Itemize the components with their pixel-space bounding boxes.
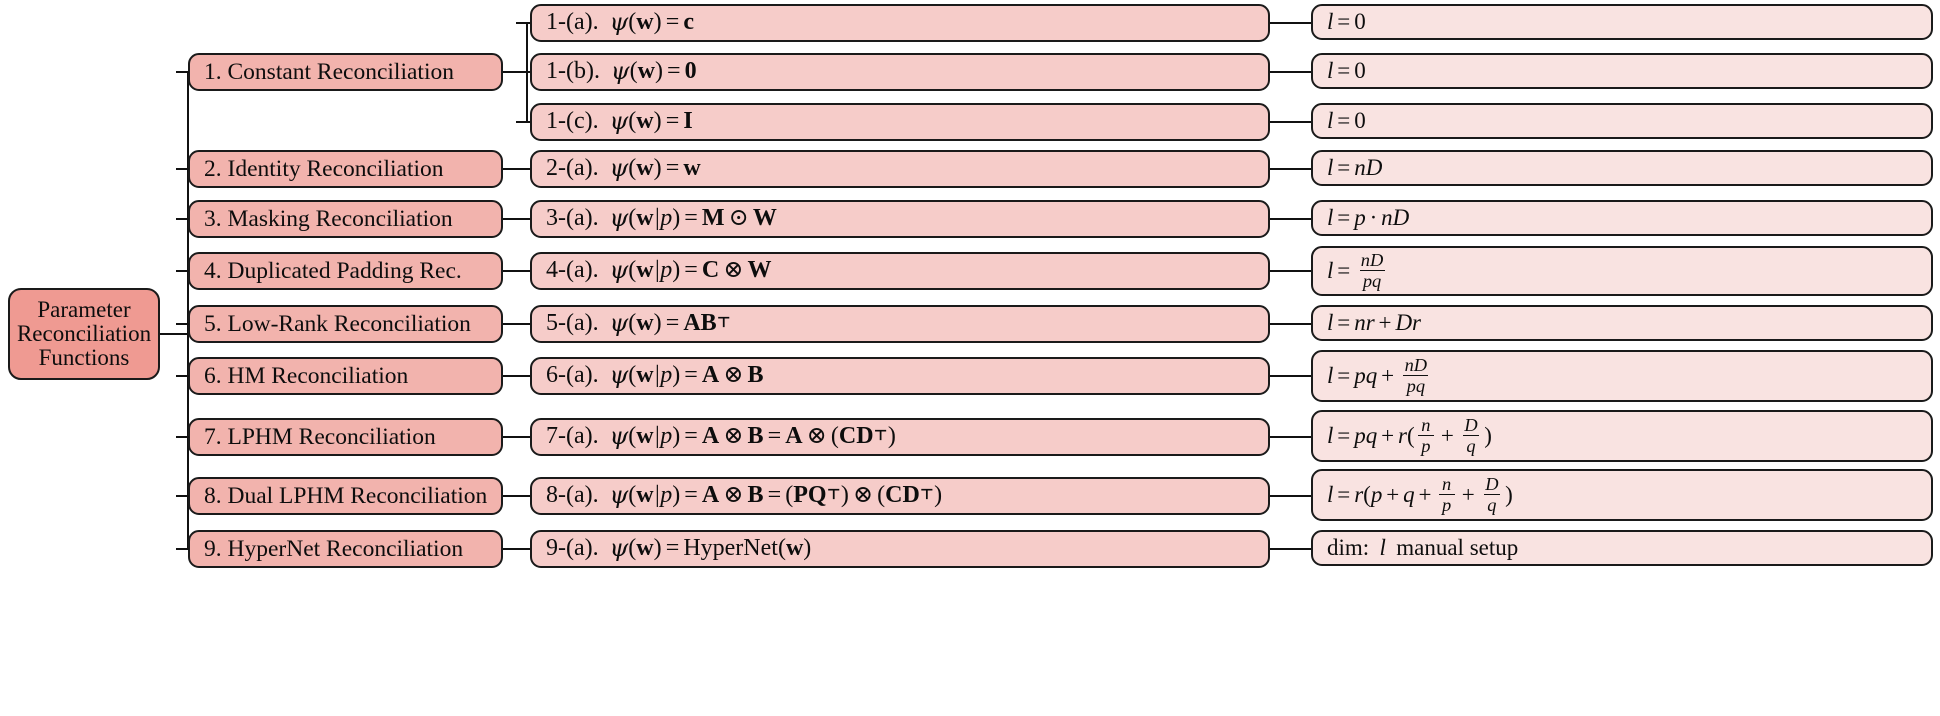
dimension-text-3a: l = p · nD (1327, 204, 1410, 230)
connector-spine-cat-1 (176, 71, 189, 74)
category-node-9[interactable]: 9. HyperNet Reconciliation (188, 530, 503, 568)
connector-f1c-to-dim (1270, 121, 1312, 124)
connector-f1b-to-dim (1270, 71, 1312, 74)
connector-spine-cat-6 (176, 375, 189, 378)
formula-node-8a[interactable]: 8-(a). ψ(w |p) = A ⊗ B =(PQ ⊤) ⊗(CD ⊤) (530, 477, 1270, 515)
formula-text-1a: 1-(a). ψ(w) = c (546, 8, 694, 37)
dimension-text-1b: l = 0 (1327, 57, 1366, 83)
formula-node-1a[interactable]: 1-(a). ψ(w) = c (530, 4, 1270, 42)
connector-spine-cat-4 (176, 270, 189, 273)
dimension-node-7a[interactable]: l = pq + r( np + Dq ) (1311, 410, 1933, 462)
formula-text-7a: 7-(a). ψ(w |p) = A ⊗ B = A ⊗(CD ⊤) (546, 422, 896, 451)
connector-cat4-to-formula (503, 270, 531, 273)
dimension-text-2a: l = nD (1327, 154, 1383, 180)
connector-spine-cat-9 (176, 548, 189, 551)
category-node-5[interactable]: 5. Low-Rank Reconciliation (188, 305, 503, 343)
dimension-text-1a: l = 0 (1327, 8, 1366, 34)
dimension-node-1b[interactable]: l = 0 (1311, 53, 1933, 89)
root-line-2: Reconciliation (16, 320, 152, 346)
formula-text-1b: 1-(b). ψ(w) = 0 (546, 57, 697, 86)
dimension-text-1c: l = 0 (1327, 107, 1366, 133)
connector-f7a-to-dim (1270, 436, 1312, 439)
category-label-1: 1. Constant Reconciliation (204, 58, 454, 85)
connector-cat5-to-formula (503, 323, 531, 326)
formula-text-9a: 9-(a). ψ(w) = HyperNet(w) (546, 534, 812, 563)
dimension-node-5a[interactable]: l = nr + Dr (1311, 305, 1933, 341)
dimension-text-6a: l = pq + nD pq (1327, 354, 1429, 397)
category-node-4[interactable]: 4. Duplicated Padding Rec. (188, 252, 503, 290)
connector-f3a-to-dim (1270, 218, 1312, 221)
category-node-1[interactable]: 1. Constant Reconciliation (188, 53, 503, 91)
connector-spine-cat-7 (176, 436, 189, 439)
formula-text-8a: 8-(a). ψ(w |p) = A ⊗ B =(PQ ⊤) ⊗(CD ⊤) (546, 481, 943, 510)
category-label-8: 8. Dual LPHM Reconciliation (204, 482, 488, 509)
category-node-6[interactable]: 6. HM Reconciliation (188, 357, 503, 395)
formula-node-2a[interactable]: 2-(a). ψ(w) = w (530, 150, 1270, 188)
formula-text-1c: 1-(c). ψ(w) = I (546, 107, 693, 136)
root-line-3: Functions (38, 345, 130, 371)
category-node-2[interactable]: 2. Identity Reconciliation (188, 150, 503, 188)
dimension-node-2a[interactable]: l = nD (1311, 150, 1933, 186)
category-node-3[interactable]: 3. Masking Reconciliation (188, 200, 503, 238)
connector-spine-cat-3 (176, 218, 189, 221)
dimension-node-4a[interactable]: l = nD pq (1311, 246, 1933, 296)
category-node-8[interactable]: 8. Dual LPHM Reconciliation (188, 477, 503, 515)
formula-node-5a[interactable]: 5-(a). ψ(w) = AB ⊤ (530, 305, 1270, 343)
category-node-7[interactable]: 7. LPHM Reconciliation (188, 418, 503, 456)
connector-f5a-to-dim (1270, 323, 1312, 326)
dimension-text-5a: l = nr + Dr (1327, 309, 1421, 335)
dimension-text-9a: dim: l manual setup (1327, 534, 1519, 560)
category-label-7: 7. LPHM Reconciliation (204, 423, 436, 450)
category-label-6: 6. HM Reconciliation (204, 362, 409, 389)
formula-node-1c[interactable]: 1-(c). ψ(w) = I (530, 103, 1270, 141)
formula-text-3a: 3-(a). ψ(w |p) = M ⊙ W (546, 204, 777, 233)
dimension-node-1c[interactable]: l = 0 (1311, 103, 1933, 139)
connector-cat3-to-formula (503, 218, 531, 221)
connector-f1a-to-dim (1270, 22, 1312, 25)
formula-node-1b[interactable]: 1-(b). ψ(w) = 0 (530, 53, 1270, 91)
dimension-text-4a: l = nD pq (1327, 249, 1385, 292)
connector-cat8-to-formula (503, 495, 531, 498)
connector-cat2-to-formula (503, 168, 531, 171)
connector-root-to-spine (160, 333, 188, 336)
taxonomy-diagram: Parameter Reconciliation Functions 1. Co… (0, 0, 1940, 716)
formula-text-2a: 2-(a). ψ(w) = w (546, 154, 701, 183)
connector-cat7-to-formula (503, 436, 531, 439)
formula-node-3a[interactable]: 3-(a). ψ(w |p) = M ⊙ W (530, 200, 1270, 238)
formula-node-9a[interactable]: 9-(a). ψ(w) = HyperNet(w) (530, 530, 1270, 568)
connector-cat9-to-formula (503, 548, 531, 551)
dimension-text-8a: l = r(p + q + np + Dq ) (1327, 473, 1513, 516)
category-label-5: 5. Low-Rank Reconciliation (204, 310, 471, 337)
connector-spine-cat-5 (176, 323, 189, 326)
category-label-2: 2. Identity Reconciliation (204, 155, 444, 182)
connector-spine-cat-8 (176, 495, 189, 498)
dimension-node-3a[interactable]: l = p · nD (1311, 200, 1933, 236)
connector-f2a-to-dim (1270, 168, 1312, 171)
connector-f9a-to-dim (1270, 548, 1312, 551)
category-label-9: 9. HyperNet Reconciliation (204, 535, 464, 562)
connector-f8a-to-dim (1270, 495, 1312, 498)
dimension-node-1a[interactable]: l = 0 (1311, 4, 1933, 40)
dimension-node-8a[interactable]: l = r(p + q + np + Dq ) (1311, 469, 1933, 521)
dimension-node-6a[interactable]: l = pq + nD pq (1311, 350, 1933, 402)
root-line-1: Parameter (37, 296, 131, 322)
root-node-parameter-reconciliation-functions[interactable]: Parameter Reconciliation Functions (8, 288, 160, 380)
formula-text-6a: 6-(a). ψ(w |p) = A ⊗ B (546, 361, 764, 390)
connector-f6a-to-dim (1270, 375, 1312, 378)
formula-node-4a[interactable]: 4-(a). ψ(w |p) = C ⊗ W (530, 252, 1270, 290)
connector-f4a-to-dim (1270, 270, 1312, 273)
formula-node-7a[interactable]: 7-(a). ψ(w |p) = A ⊗ B = A ⊗(CD ⊤) (530, 418, 1270, 456)
category-label-3: 3. Masking Reconciliation (204, 205, 453, 232)
dimension-text-7a: l = pq + r( np + Dq ) (1327, 414, 1492, 457)
connector-cat6-to-formula (503, 375, 531, 378)
connector-spine-cat-2 (176, 168, 189, 171)
category-label-4: 4. Duplicated Padding Rec. (204, 257, 462, 284)
formula-text-5a: 5-(a). ψ(w) = AB ⊤ (546, 309, 731, 338)
formula-node-6a[interactable]: 6-(a). ψ(w |p) = A ⊗ B (530, 357, 1270, 395)
dimension-node-9a[interactable]: dim: l manual setup (1311, 530, 1933, 566)
formula-text-4a: 4-(a). ψ(w |p) = C ⊗ W (546, 256, 772, 285)
